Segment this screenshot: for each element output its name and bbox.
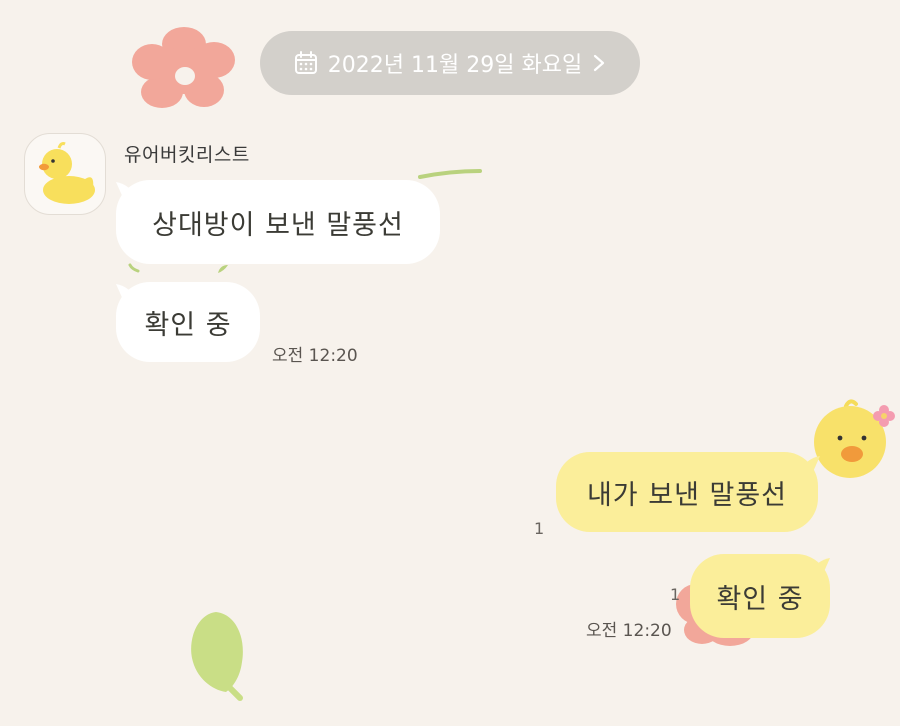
- duck-icon: [39, 142, 95, 204]
- sender-name: 유어버킷리스트: [124, 144, 250, 166]
- message-text: 확인 중: [716, 583, 804, 615]
- received-message-bubble[interactable]: 확인 중: [116, 282, 260, 362]
- chat-area[interactable]: 2022년 11월 29일 화요일 유어버킷리스트 상대방이 보낸 말풍선 확인…: [0, 0, 900, 726]
- calendar-icon: [294, 51, 317, 74]
- sent-message-bubble[interactable]: 내가 보낸 말풍선: [556, 452, 818, 532]
- message-text: 내가 보낸 말풍선: [586, 479, 788, 511]
- avatar[interactable]: [24, 133, 106, 215]
- message-text: 상대방이 보낸 말풍선: [152, 209, 404, 241]
- chevron-right-icon: [594, 54, 605, 72]
- unread-count: 1: [534, 519, 545, 538]
- sent-message-bubble[interactable]: 확인 중: [690, 554, 830, 638]
- unread-count: 1: [670, 585, 681, 604]
- message-text: 확인 중: [144, 309, 232, 341]
- date-divider[interactable]: 2022년 11월 29일 화요일: [260, 31, 640, 95]
- received-message-bubble[interactable]: 상대방이 보낸 말풍선: [116, 180, 440, 264]
- date-label: 2022년 11월 29일 화요일: [327, 53, 583, 78]
- flower-decoration-icon: [132, 27, 235, 108]
- leaf-decoration-icon: [191, 612, 243, 701]
- message-time: 오전 12:20: [272, 346, 358, 366]
- message-time: 오전 12:20: [586, 621, 672, 641]
